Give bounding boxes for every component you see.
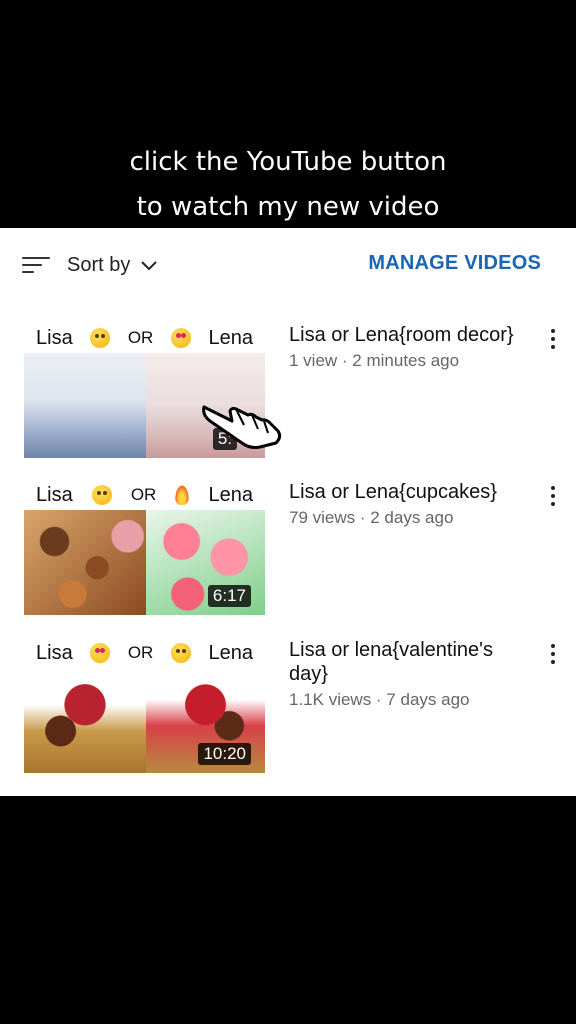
videos-panel: Sort by MANAGE VIDEOS Lisa OR Lena 5: Li… bbox=[0, 228, 576, 796]
thumbnail-left-name: Lisa bbox=[36, 641, 73, 664]
video-meta: 1.1K views · 7 days ago bbox=[289, 690, 470, 709]
thumbnail-right-name: Lena bbox=[208, 483, 253, 506]
thumbnail-or-text: OR bbox=[127, 643, 154, 662]
shocked-face-emoji-icon bbox=[90, 328, 111, 348]
thumbnail-image-left bbox=[24, 353, 146, 458]
thumbnail-header: Lisa OR Lena bbox=[24, 323, 265, 353]
sort-by-label: Sort by bbox=[67, 253, 131, 276]
thumbnail-left-name: Lisa bbox=[36, 483, 73, 506]
more-vert-icon[interactable] bbox=[546, 327, 560, 351]
more-vert-icon[interactable] bbox=[546, 642, 560, 666]
heart-eyes-emoji-icon bbox=[90, 643, 111, 663]
thumbnail-image-left bbox=[24, 510, 146, 615]
sort-icon bbox=[22, 254, 50, 276]
thumbnail-or-text: OR bbox=[127, 328, 154, 347]
video-thumbnail[interactable]: Lisa OR Lena 10:20 bbox=[24, 638, 265, 773]
caption-line-2: to watch my new video bbox=[136, 192, 440, 222]
thumbnail-or-text: OR bbox=[130, 485, 157, 504]
video-title[interactable]: Lisa or Lena{room decor} bbox=[289, 323, 534, 347]
more-vert-icon[interactable] bbox=[546, 484, 560, 508]
video-title[interactable]: Lisa or lena{valentine's day} bbox=[289, 638, 534, 686]
thumbnail-header: Lisa OR Lena bbox=[24, 480, 265, 510]
thumbnail-image-left bbox=[24, 668, 146, 773]
hand-pointer-icon bbox=[202, 405, 282, 449]
toolbar: Sort by MANAGE VIDEOS bbox=[0, 228, 576, 300]
video-meta: 1 view · 2 minutes ago bbox=[289, 351, 460, 370]
shocked-face-emoji-icon bbox=[91, 485, 112, 505]
thumbnail-right-name: Lena bbox=[208, 641, 253, 664]
overlay-caption: click the YouTube button to watch my new… bbox=[0, 140, 576, 230]
manage-videos-button[interactable]: MANAGE VIDEOS bbox=[368, 252, 541, 275]
fire-emoji-icon bbox=[175, 485, 190, 505]
video-item[interactable]: Lisa OR Lena 5: Lisa or Lena{room decor}… bbox=[0, 323, 576, 481]
thumbnail-right-name: Lena bbox=[208, 326, 253, 349]
caption-line-1: click the YouTube button bbox=[129, 147, 447, 177]
heart-eyes-emoji-icon bbox=[170, 328, 191, 348]
video-title[interactable]: Lisa or Lena{cupcakes} bbox=[289, 480, 534, 504]
sort-by-button[interactable]: Sort by bbox=[22, 248, 159, 282]
video-meta: 79 views · 2 days ago bbox=[289, 508, 454, 527]
thumbnail-header: Lisa OR Lena bbox=[24, 638, 265, 668]
video-thumbnail[interactable]: Lisa OR Lena 6:17 bbox=[24, 480, 265, 615]
chevron-down-icon bbox=[141, 261, 158, 271]
video-item[interactable]: Lisa OR Lena 6:17 Lisa or Lena{cupcakes}… bbox=[0, 480, 576, 638]
thumbnail-left-name: Lisa bbox=[36, 326, 73, 349]
shocked-face-emoji-icon bbox=[170, 643, 191, 663]
video-item[interactable]: Lisa OR Lena 10:20 Lisa or lena{valentin… bbox=[0, 638, 576, 796]
video-duration: 6:17 bbox=[207, 585, 251, 607]
video-duration: 10:20 bbox=[198, 743, 251, 765]
